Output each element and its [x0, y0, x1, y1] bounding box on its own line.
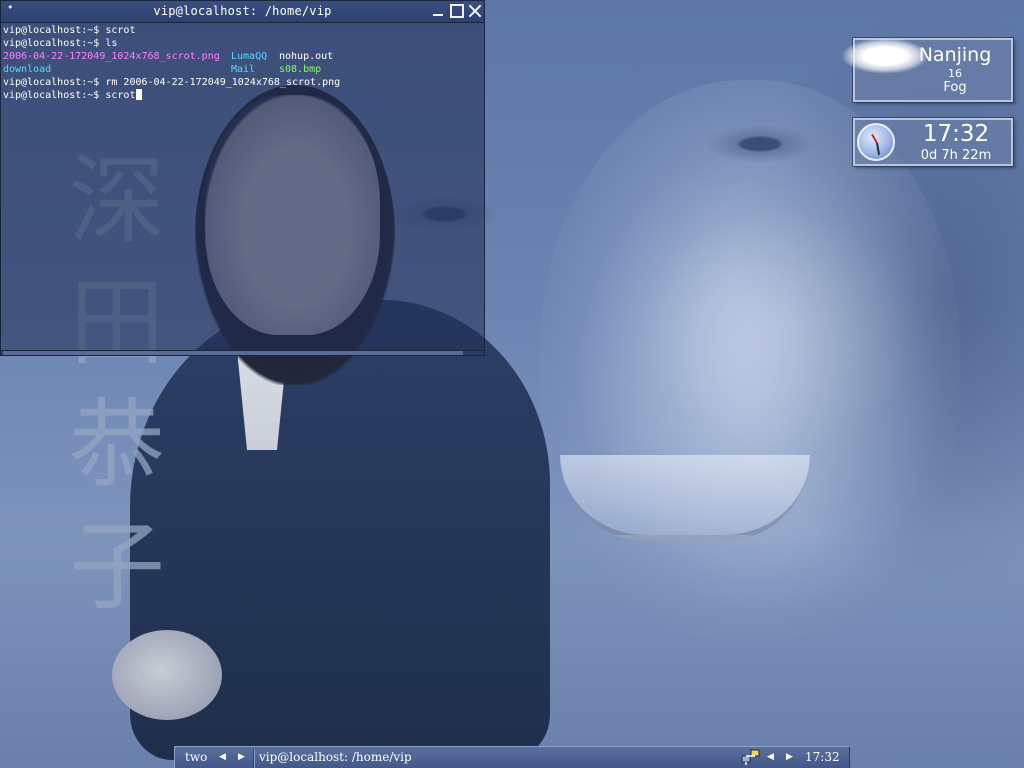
terminal-prompt: vip@localhost:~$: [3, 25, 106, 36]
ls-entry-image-file: 2006-04-22-172049_1024x768_scrot.png: [3, 51, 220, 62]
wallpaper-eye-right: [705, 125, 815, 163]
terminal-titlebar[interactable]: • vip@localhost: /home/vip: [1, 1, 484, 23]
terminal-command: scrot: [105, 90, 136, 101]
terminal-prompt: vip@localhost:~$: [3, 38, 106, 49]
terminal-line: vip@localhost:~$ scrot: [3, 24, 482, 37]
terminal-window[interactable]: • vip@localhost: /home/vip vip@localhost…: [0, 0, 485, 356]
terminal-line: vip@localhost:~$ ls: [3, 37, 482, 50]
next-workspace-button[interactable]: ▶: [238, 752, 245, 762]
panel-separator: [253, 750, 254, 768]
bottom-panel: two ◀ ▶ vip@localhost: /home/vip ◀ ▶ 17:…: [174, 746, 850, 768]
network-status-icon[interactable]: [741, 748, 761, 766]
weather-city: Nanjing: [918, 44, 992, 66]
ls-entry-file: nohup.out: [279, 51, 334, 62]
ls-output-row: download Mail s08.bmp: [3, 63, 482, 76]
weather-widget[interactable]: Nanjing 16 Fog: [841, 38, 1013, 102]
clock-time: 17:32: [922, 121, 990, 147]
tray-prev-button[interactable]: ◀: [767, 752, 774, 762]
weather-temperature: 16: [948, 67, 962, 80]
ls-entry-directory: LumaQQ: [231, 51, 268, 62]
ls-entry-directory: download: [3, 64, 52, 75]
clock-widget[interactable]: 17:32 0d 7h 22m: [853, 118, 1013, 166]
terminal-title: vip@localhost: /home/vip: [153, 4, 332, 18]
weather-condition: Fog: [943, 80, 967, 95]
scrollbar-thumb[interactable]: [3, 351, 463, 355]
terminal-line: vip@localhost:~$ rm 2006-04-22-172049_10…: [3, 76, 482, 89]
terminal-command: scrot: [105, 25, 136, 36]
analog-clock-icon: [857, 123, 895, 161]
terminal-line: vip@localhost:~$ scrot: [3, 89, 482, 102]
ls-entry-directory: Mail: [231, 64, 256, 75]
workspace-name[interactable]: two: [185, 750, 207, 764]
clock-uptime: 0d 7h 22m: [920, 148, 992, 163]
text-cursor: [136, 89, 143, 100]
maximize-button[interactable]: [450, 4, 464, 18]
prev-workspace-button[interactable]: ◀: [219, 752, 226, 762]
terminal-command: ls: [105, 38, 118, 49]
terminal-prompt: vip@localhost:~$: [3, 77, 106, 88]
minimize-button[interactable]: [431, 4, 445, 18]
panel-clock[interactable]: 17:32: [805, 750, 840, 764]
ls-output-row: 2006-04-22-172049_1024x768_scrot.png Luma…: [3, 50, 482, 63]
terminal-prompt: vip@localhost:~$: [3, 90, 106, 101]
close-button[interactable]: [468, 4, 482, 18]
tray-next-button[interactable]: ▶: [786, 752, 793, 762]
terminal-command: rm 2006-04-22-172049_1024x768_scrot.png: [105, 77, 341, 88]
terminal-scrollbar[interactable]: [1, 350, 484, 355]
terminal-output[interactable]: vip@localhost:~$ scrot vip@localhost:~$ l…: [1, 23, 484, 351]
wallpaper-knee: [112, 630, 222, 720]
ls-entry-bmp-file: s08.bmp: [279, 64, 322, 75]
task-button-terminal[interactable]: vip@localhost: /home/vip: [259, 750, 412, 764]
